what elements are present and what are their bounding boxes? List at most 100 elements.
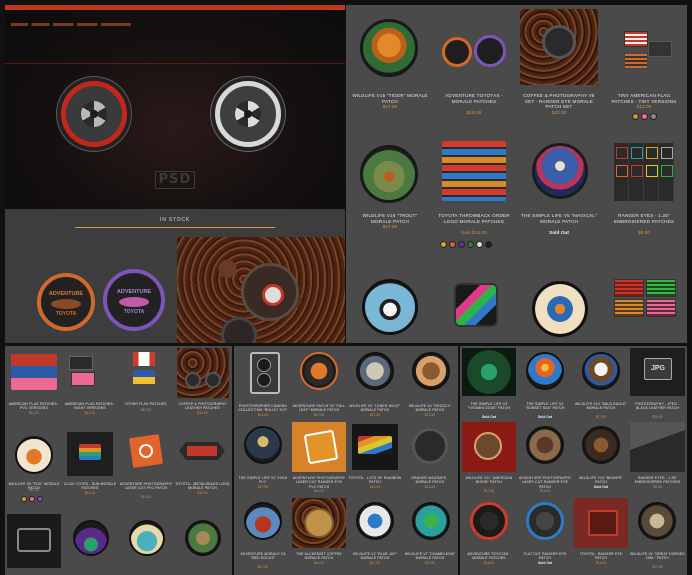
in-stock-underline	[75, 227, 275, 228]
promo-adventure-toyota[interactable]: ADVENTURE TOYOTA ADVENTURE TOYOTA	[25, 265, 175, 339]
red-ranger-eye-patch	[61, 81, 127, 147]
flag-patch-2	[648, 41, 672, 57]
product-card[interactable]: TOYOTA - METALHEADS LONG MORALE PATCH $1…	[175, 430, 230, 510]
product-card[interactable]: ADVENTURE MORALE V3 "RED ROCKS" $17.50	[236, 498, 290, 574]
promo-coffee-patches[interactable]	[177, 237, 345, 343]
toyota-lettering: TOYOTA	[55, 311, 77, 317]
product-card[interactable]: AMERICAN FLAG PATCHES - NIGHT VERSIONS $…	[63, 348, 117, 428]
product-card[interactable]: ORANGE MAGSAFE - MORALE PATCH $16.00	[404, 422, 456, 498]
aurora-patch	[73, 520, 109, 556]
product-card[interactable]: WILDLIFE V14 "BALD EAGLE" MORALE PATCH $…	[574, 348, 628, 422]
color-swatch[interactable]	[449, 241, 456, 248]
product-title: THE SIMPLE LIFE V4 "SUNSET SEA" PATCH	[525, 402, 565, 411]
color-swatch[interactable]	[485, 241, 492, 248]
product-card[interactable]: WILDLIFE V1 "GREAT HORNED OWL" PATCH $17…	[630, 498, 685, 574]
product-price: $16.00	[424, 485, 436, 489]
product-card[interactable]: FLAT CUT RANGER EYE PATCH Sold Out	[518, 498, 572, 574]
product-card[interactable]	[175, 512, 230, 574]
product-card[interactable]	[518, 267, 600, 343]
product-card[interactable]: RANGER EYES - 1.25" EMBROIDERED PATCHES …	[604, 133, 684, 261]
product-price: $14.00	[539, 489, 551, 493]
product-price: $14.00	[313, 561, 325, 565]
product-price: $16.00	[466, 111, 482, 116]
sloth-patch	[185, 520, 221, 556]
color-swatch[interactable]	[632, 113, 639, 120]
product-card[interactable]: JPG PHOTOGRAPHY - JPEG - BLACK LEATHER P…	[630, 348, 685, 422]
product-price: $17.50	[369, 561, 381, 565]
product-title: ORANGE MAGSAFE - MORALE PATCH	[411, 476, 449, 485]
product-card[interactable]: THE SIMPLE LIFE V3 "VITAMIN DOSE" PATCH …	[462, 348, 516, 422]
product-card[interactable]: WILDLIFE V13 "BEAVER" PATCH Sold Out	[574, 422, 628, 498]
flag-patch-orange	[614, 299, 644, 317]
blue-jay-patch	[356, 502, 394, 540]
product-card[interactable]	[119, 512, 173, 574]
product-card[interactable]: THE SIMPLE LIFE V2 "HIGH FLY" $17.50	[236, 422, 290, 498]
product-card[interactable]: OTHER FLAG PATCHES $12.00	[119, 348, 173, 428]
white-ranger-eye-patch	[215, 81, 281, 147]
color-swatch[interactable]	[467, 241, 474, 248]
product-card[interactable]: THE ALCHEMIST COFFEE MORALE PATCH $14.00	[292, 498, 346, 574]
announcement-bar	[5, 5, 345, 10]
product-card[interactable]: WILDLIFE V2 "BLUE JAY" MORALE PATCH $17.…	[348, 498, 402, 574]
puffin-patch	[362, 279, 418, 335]
product-card[interactable]: ADVENTURE PATCH V2 "FALL LEAF" MORALE PA…	[292, 348, 346, 422]
product-card[interactable]: PHOTOGRAPHER CAMERA COLLECTION "ROLLEI T…	[236, 348, 290, 422]
color-swatch[interactable]	[458, 241, 465, 248]
product-title: WILDLIFE V15 "TIGER" MORALE PATCH	[352, 93, 428, 104]
color-swatch[interactable]	[476, 241, 483, 248]
product-card[interactable]: WILDLIFE V3 "LONER WOLF" MORALE PATCH $1…	[348, 348, 402, 422]
product-price: Sold Out	[593, 485, 609, 489]
toyota-throwback-patches	[442, 141, 506, 201]
product-title: WILDLIFE V7 "CHAMELEON" MORALE PATCH	[404, 552, 456, 561]
product-card[interactable]: WILDLIFE V5 "FOX" MORALE PATCH $17.50	[7, 430, 61, 510]
product-card[interactable]: WILDLIFE V11 "AMERICAN BISON" PATCH $17.…	[462, 422, 516, 498]
product-card[interactable]: ADVENTURE TOYOTAS - MORALE PATCHES $16.0…	[434, 7, 514, 129]
color-swatch[interactable]	[37, 496, 43, 502]
product-card[interactable]: RANGER EYES - 1.25" EMBROIDERED PATCHES …	[630, 422, 685, 498]
product-card[interactable]: TOYOTA - RANGER EYE PATCH $14.00	[574, 498, 628, 574]
product-card[interactable]: TINY AMERICAN FLAG PATCHES - TINY VERSIO…	[604, 7, 684, 129]
color-swatch[interactable]	[440, 241, 447, 248]
product-card[interactable]	[7, 512, 61, 574]
product-card[interactable]	[63, 512, 117, 574]
bison-photo	[462, 422, 516, 472]
product-card[interactable]	[434, 267, 514, 343]
product-title: THE ALCHEMIST COFFEE MORALE PATCH	[296, 552, 342, 561]
product-card[interactable]	[350, 267, 430, 343]
product-title: WILDLIFE V13 "BEAVER" PATCH	[579, 476, 623, 485]
product-title: TOYOTA - RANGER EYE PATCH	[579, 552, 623, 561]
product-card[interactable]: ADVENTURE PHOTOGRAPHY LASER CUT PVC PATC…	[119, 430, 173, 510]
product-card[interactable]: WILDLIFE V16 "TROUT" MORALE PATCH $17.50	[350, 133, 430, 261]
product-card[interactable]: ADVENTURE PHOTOGRAPHY LASER CUT RANGER E…	[292, 422, 346, 498]
product-card[interactable]	[604, 267, 684, 343]
product-card[interactable]: TOYOTA THROWBACK ORDER LOGO MORALE PATCH…	[434, 133, 514, 261]
product-card[interactable]: THE SIMPLE LIFE V5 "MAGICAL" MORALE PATC…	[518, 133, 600, 261]
product-card[interactable]: ADVENTURE TOYOTAS - MORALE PATCHES $16.0…	[462, 498, 516, 574]
product-title: TOYOTA THROWBACK ORDER LOGO MORALE PATCH…	[438, 213, 510, 224]
hero-nav[interactable]	[11, 23, 131, 26]
product-card[interactable]: COFFEE & PHOTOGRAPHY V8 SET - RANGER EYE…	[518, 7, 600, 129]
color-swatch[interactable]	[21, 496, 27, 502]
product-card[interactable]: WILDLIFE V4 "GRIZZLY" MORALE PATCH $17.5…	[404, 348, 456, 422]
product-card[interactable]: CLICK TOTES - SUN MORALE PATCHES $14.00	[63, 430, 117, 510]
product-card[interactable]: COFFEE & PHOTOGRAPHY LEATHER PATCHES $14…	[175, 348, 230, 428]
product-card[interactable]: WILDLIFE V15 "TIGER" MORALE PATCH $17.50	[350, 7, 430, 129]
owl-patch	[638, 502, 676, 540]
product-card[interactable]: ADVENTURE PHOTOGRAPHY LASER CUT RANGER E…	[518, 422, 572, 498]
product-card[interactable]: WILDLIFE V7 "CHAMELEON" MORALE PATCH $17…	[404, 498, 456, 574]
product-title: RANGER EYES - 1.25" EMBROIDERED PATCHES	[613, 213, 675, 224]
product-title: PHOTOGRAPHER CAMERA COLLECTION "ROLLEI T…	[238, 404, 288, 413]
color-swatch[interactable]	[641, 113, 648, 120]
hero-banner[interactable]: PSD	[5, 5, 345, 209]
product-card[interactable]: TOYOTA - LOTS OF RAINBOW PATCH $14.00	[348, 422, 402, 498]
color-swatch[interactable]	[29, 496, 35, 502]
product-title: ADVENTURE MORALE V3 "RED ROCKS"	[240, 552, 286, 561]
rainbow-toyota-patch	[352, 424, 398, 470]
product-card[interactable]: THE SIMPLE LIFE V4 "SUNSET SEA" PATCH So…	[518, 348, 572, 422]
product-title: ADVENTURE PHOTOGRAPHY LASER CUT PVC PATC…	[119, 482, 173, 491]
color-swatch[interactable]	[650, 113, 657, 120]
product-card[interactable]: AMERICAN FLAG PATCHES - PVC VERSIONS $12…	[7, 348, 61, 428]
hero-logo: PSD	[155, 171, 195, 189]
product-title: FLAT CUT RANGER EYE PATCH	[523, 552, 567, 561]
surf-patch	[129, 520, 165, 556]
